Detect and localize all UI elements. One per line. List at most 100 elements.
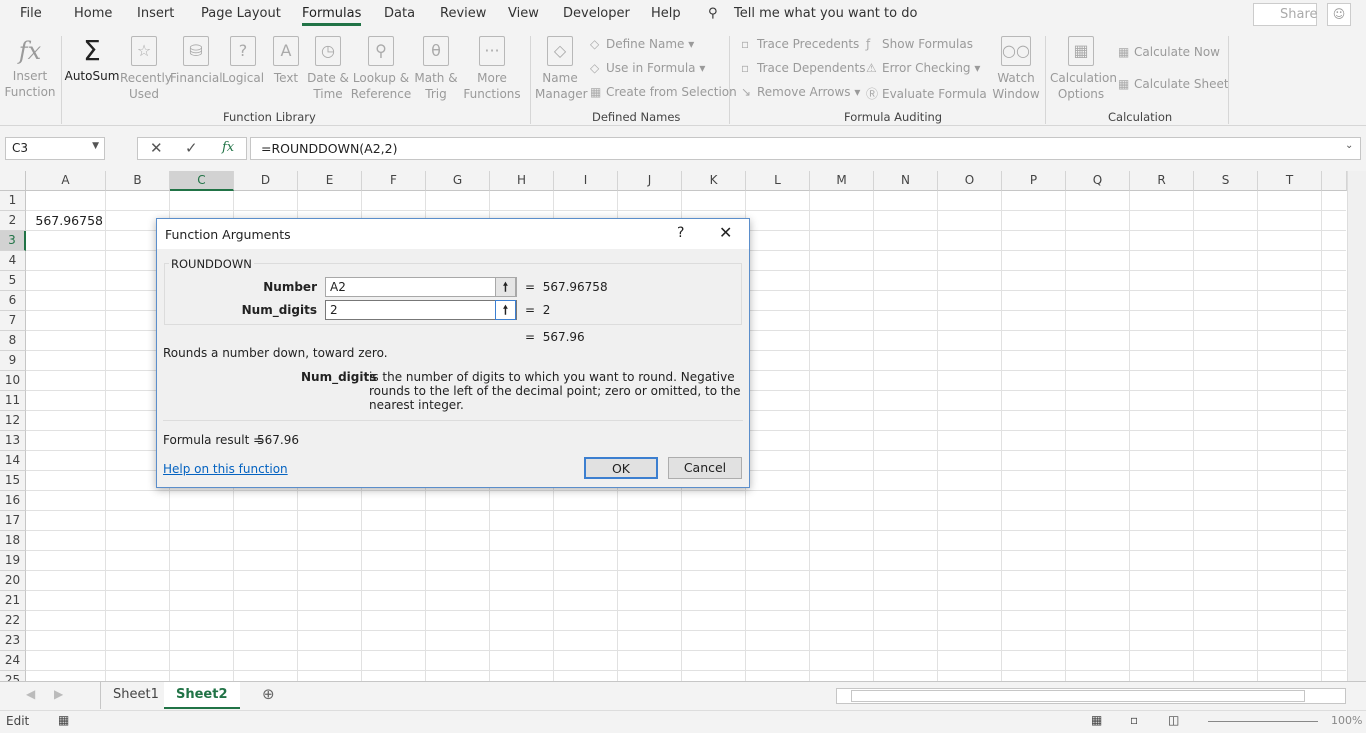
prev-sheet-icon[interactable]: ◀: [26, 687, 35, 701]
row-header-24[interactable]: 24: [0, 651, 26, 671]
sheet-tab-sheet2[interactable]: Sheet2: [164, 682, 240, 709]
formula-input[interactable]: =ROUNDDOWN(A2,2): [250, 137, 1361, 160]
remove-arrows-button[interactable]: ↘ Remove Arrows ▾: [741, 85, 860, 99]
enter-icon[interactable]: ✓: [185, 139, 198, 157]
sheet-tab-sheet1[interactable]: Sheet1: [100, 682, 171, 709]
column-header-K[interactable]: K: [682, 171, 746, 191]
trace-dependents-button[interactable]: ▫ Trace Dependents: [741, 61, 865, 75]
select-all-button[interactable]: [0, 171, 26, 191]
row-header-19[interactable]: 19: [0, 551, 26, 571]
number-input[interactable]: A2: [325, 277, 517, 297]
watch-window-button[interactable]: ○○ Watch Window: [990, 36, 1042, 102]
tab-developer[interactable]: Developer: [563, 6, 630, 21]
zoom-level[interactable]: 100%: [1331, 714, 1362, 727]
insert-function-button[interactable]: fx Insert Function: [4, 34, 56, 100]
row-header-23[interactable]: 23: [0, 631, 26, 651]
column-header-J[interactable]: J: [618, 171, 682, 191]
vertical-scrollbar[interactable]: [1347, 171, 1366, 681]
create-from-selection-button[interactable]: ▦ Create from Selection: [590, 85, 737, 99]
row-header-15[interactable]: 15: [0, 471, 26, 491]
text-button[interactable]: A Text: [268, 36, 304, 86]
date-time-button[interactable]: ◷ Date & Time: [304, 36, 352, 102]
calculate-sheet-button[interactable]: ▦ Calculate Sheet: [1118, 77, 1229, 91]
expand-formula-icon[interactable]: ⌄: [1345, 140, 1353, 151]
tab-home[interactable]: Home: [74, 6, 112, 21]
column-header-C[interactable]: C: [170, 171, 234, 191]
macro-record-icon[interactable]: ▦: [58, 713, 69, 727]
show-formulas-button[interactable]: ƒ Show Formulas: [866, 37, 973, 51]
use-in-formula-button[interactable]: ◇ Use in Formula ▾: [590, 61, 705, 75]
row-header-20[interactable]: 20: [0, 571, 26, 591]
column-header-T[interactable]: T: [1258, 171, 1322, 191]
column-header-M[interactable]: M: [810, 171, 874, 191]
add-sheet-icon[interactable]: ⊕: [262, 685, 275, 703]
column-header-F[interactable]: F: [362, 171, 426, 191]
page-layout-view-icon[interactable]: ▫: [1130, 713, 1138, 727]
ok-button[interactable]: OK: [584, 457, 658, 479]
autosum-button[interactable]: Σ AutoSum: [64, 34, 120, 84]
row-header-21[interactable]: 21: [0, 591, 26, 611]
trace-precedents-button[interactable]: ▫ Trace Precedents: [741, 37, 859, 51]
column-header-E[interactable]: E: [298, 171, 362, 191]
tab-data[interactable]: Data: [384, 6, 415, 21]
more-functions-button[interactable]: ··· More Functions: [460, 36, 524, 102]
page-break-view-icon[interactable]: ◫: [1168, 713, 1179, 727]
row-header-5[interactable]: 5: [0, 271, 26, 291]
row-header-17[interactable]: 17: [0, 511, 26, 531]
column-header-Q[interactable]: Q: [1066, 171, 1130, 191]
row-header-14[interactable]: 14: [0, 451, 26, 471]
next-sheet-icon[interactable]: ▶: [54, 687, 63, 701]
row-header-7[interactable]: 7: [0, 311, 26, 331]
row-header-8[interactable]: 8: [0, 331, 26, 351]
recently-used-button[interactable]: ☆ Recently Used: [120, 36, 172, 102]
column-header-B[interactable]: B: [106, 171, 170, 191]
column-header-O[interactable]: O: [938, 171, 1002, 191]
chevron-down-icon[interactable]: ▼: [92, 141, 99, 151]
scrollbar-thumb[interactable]: [851, 690, 1305, 702]
num-digits-input[interactable]: 2: [325, 300, 517, 320]
row-header-9[interactable]: 9: [0, 351, 26, 371]
column-header-N[interactable]: N: [874, 171, 938, 191]
cancel-icon[interactable]: ✕: [150, 139, 163, 157]
financial-button[interactable]: ⛁ Financial: [170, 36, 223, 86]
row-header-13[interactable]: 13: [0, 431, 26, 451]
column-header-U[interactable]: [1322, 171, 1347, 191]
name-manager-button[interactable]: ◇ Name Manager: [535, 36, 588, 102]
tab-review[interactable]: Review: [440, 6, 486, 21]
column-header-H[interactable]: H: [490, 171, 554, 191]
column-header-G[interactable]: G: [426, 171, 490, 191]
logical-button[interactable]: ? Logical: [222, 36, 264, 86]
column-header-I[interactable]: I: [554, 171, 618, 191]
tab-view[interactable]: View: [508, 6, 539, 21]
fx-icon[interactable]: fx: [222, 140, 234, 155]
collapse-dialog-icon[interactable]: 🠕: [495, 300, 516, 320]
cancel-button[interactable]: Cancel: [668, 457, 742, 479]
tell-me-input[interactable]: Tell me what you want to do: [734, 6, 917, 21]
row-header-22[interactable]: 22: [0, 611, 26, 631]
row-header-16[interactable]: 16: [0, 491, 26, 511]
row-header-11[interactable]: 11: [0, 391, 26, 411]
column-header-A[interactable]: A: [26, 171, 106, 191]
row-header-3[interactable]: 3: [0, 231, 26, 251]
calculate-now-button[interactable]: ▦ Calculate Now: [1118, 45, 1220, 59]
error-checking-button[interactable]: ⚠ Error Checking ▾: [866, 61, 980, 75]
define-name-button[interactable]: ◇ Define Name ▾: [590, 37, 694, 51]
row-header-4[interactable]: 4: [0, 251, 26, 271]
column-header-S[interactable]: S: [1194, 171, 1258, 191]
normal-view-icon[interactable]: ▦: [1091, 713, 1102, 727]
calculation-options-button[interactable]: ▦ Calculation Options: [1050, 36, 1117, 102]
smiley-icon[interactable]: ☺: [1327, 3, 1351, 26]
share-button[interactable]: Share: [1253, 3, 1318, 26]
evaluate-formula-button[interactable]: Ⓡ Evaluate Formula: [866, 85, 987, 102]
row-header-18[interactable]: 18: [0, 531, 26, 551]
column-header-R[interactable]: R: [1130, 171, 1194, 191]
row-header-2[interactable]: 2: [0, 211, 26, 231]
zoom-slider[interactable]: [1208, 721, 1318, 722]
column-header-P[interactable]: P: [1002, 171, 1066, 191]
collapse-dialog-icon[interactable]: 🠕: [495, 277, 516, 297]
tab-help[interactable]: Help: [651, 6, 681, 21]
math-trig-button[interactable]: θ Math & Trig: [412, 36, 460, 102]
tab-file[interactable]: File: [20, 6, 42, 21]
row-header-10[interactable]: 10: [0, 371, 26, 391]
help-link[interactable]: Help on this function: [163, 462, 288, 476]
